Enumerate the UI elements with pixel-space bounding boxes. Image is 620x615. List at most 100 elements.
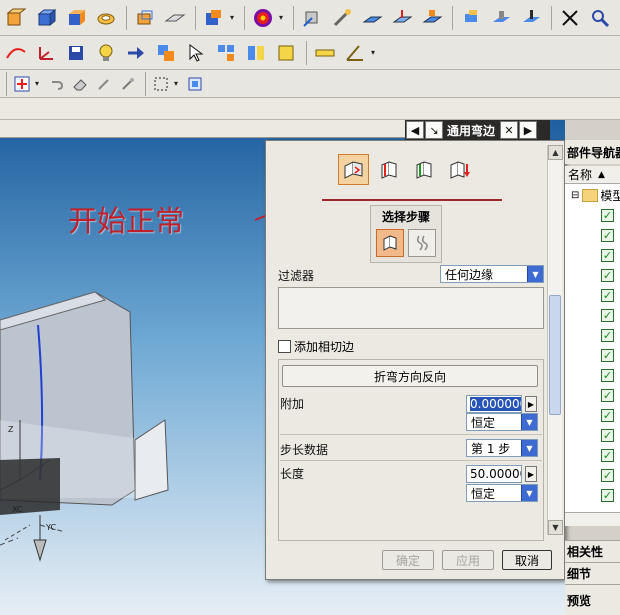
dropdown-arrow-icon[interactable]: ▾: [174, 79, 180, 88]
solid-icon[interactable]: [2, 4, 30, 32]
tree-item[interactable]: ✓: [601, 386, 614, 404]
flange-type-down-icon[interactable]: [443, 154, 474, 185]
checkmark-icon[interactable]: ✓: [601, 328, 614, 342]
attach-value-field[interactable]: 0.000000: [466, 395, 522, 413]
close-icon[interactable]: ✕: [500, 121, 519, 139]
filter-icon[interactable]: [117, 73, 139, 95]
flange-type-green-icon[interactable]: [408, 154, 439, 185]
curve-icon[interactable]: [2, 39, 30, 67]
flange-type-general-icon[interactable]: [338, 154, 369, 185]
block-icon[interactable]: [131, 4, 159, 32]
ok-button[interactable]: 确定: [382, 550, 434, 570]
navigator-section-dependencies[interactable]: 相关性: [565, 540, 620, 562]
attach-mode-select[interactable]: 恒定 ▼: [466, 413, 538, 431]
wcs-icon[interactable]: [298, 4, 326, 32]
measure-icon[interactable]: [328, 4, 356, 32]
feature-icon[interactable]: [457, 4, 485, 32]
tree-item[interactable]: ✓: [601, 266, 614, 284]
disk-icon[interactable]: [92, 4, 120, 32]
marquee-icon[interactable]: [150, 73, 172, 95]
pad-icon[interactable]: [487, 4, 515, 32]
tree-item[interactable]: ✓: [601, 326, 614, 344]
plane-icon[interactable]: [358, 4, 386, 32]
point-icon[interactable]: [418, 4, 446, 32]
cube-icon[interactable]: [62, 4, 90, 32]
reverse-direction-button[interactable]: 折弯方向反向: [282, 365, 538, 387]
transform-icon[interactable]: [152, 39, 180, 67]
navigator-hscrollbar[interactable]: [565, 512, 620, 526]
tree-item[interactable]: ✓: [601, 286, 614, 304]
selected-edges-list[interactable]: [278, 287, 544, 329]
checkbox-box[interactable]: [278, 340, 291, 353]
expand-icon[interactable]: ▶: [519, 121, 538, 139]
tree-root[interactable]: ⊟ 模型: [571, 186, 620, 204]
wand-icon[interactable]: [93, 73, 115, 95]
checkmark-icon[interactable]: ✓: [601, 448, 614, 462]
checkmark-icon[interactable]: ✓: [601, 348, 614, 362]
dropdown-arrow-icon[interactable]: ▾: [230, 13, 236, 22]
checkmark-icon[interactable]: ✓: [601, 228, 614, 242]
offset-icon[interactable]: [272, 39, 300, 67]
checkmark-icon[interactable]: ✓: [601, 268, 614, 282]
navigator-column-header[interactable]: 名称 ▲: [565, 166, 620, 184]
assembly-icon[interactable]: [200, 4, 228, 32]
checkmark-icon[interactable]: ✓: [601, 428, 614, 442]
flange-type-red-icon[interactable]: [373, 154, 404, 185]
profile-step-icon[interactable]: [408, 229, 436, 257]
tree-item[interactable]: ✓: [601, 346, 614, 364]
add-tangent-checkbox[interactable]: 添加相切边: [278, 338, 354, 355]
checkmark-icon[interactable]: ✓: [601, 308, 614, 322]
checkmark-icon[interactable]: ✓: [601, 468, 614, 482]
tree-item[interactable]: ✓: [601, 306, 614, 324]
chevron-down-icon[interactable]: ▼: [521, 440, 537, 456]
tree-item[interactable]: ✓: [601, 486, 614, 504]
scroll-thumb[interactable]: [549, 295, 561, 415]
tree-item[interactable]: ✓: [601, 246, 614, 264]
navigator-tree[interactable]: ⊟ 模型 ✓ ✓ ✓ ✓ ✓ ✓ ✓ ✓ ✓ ✓ ✓ ✓ ✓ ✓ ✓: [565, 184, 620, 514]
tree-item[interactable]: ✓: [601, 366, 614, 384]
collapse-tree-icon[interactable]: ⊟: [571, 190, 579, 201]
scroll-down-icon[interactable]: ▼: [548, 520, 563, 535]
save-part-icon[interactable]: [62, 39, 90, 67]
length-mode-select[interactable]: 恒定 ▼: [466, 484, 538, 502]
checkmark-icon[interactable]: ✓: [601, 208, 614, 222]
undo-icon[interactable]: [45, 73, 67, 95]
sort-up-icon[interactable]: ▲: [598, 170, 605, 180]
eraser-icon[interactable]: [69, 73, 91, 95]
axis-icon[interactable]: [32, 39, 60, 67]
pin-icon[interactable]: ↘: [425, 121, 443, 139]
search-icon[interactable]: [586, 4, 614, 32]
tree-item[interactable]: ✓: [601, 446, 614, 464]
step-select[interactable]: 第 1 步 ▼: [466, 439, 538, 457]
checkmark-icon[interactable]: ✓: [601, 288, 614, 302]
tree-item[interactable]: ✓: [601, 426, 614, 444]
collapse-icon[interactable]: ◀: [406, 121, 424, 139]
checkmark-icon[interactable]: ✓: [601, 408, 614, 422]
edge-step-icon[interactable]: [376, 229, 404, 257]
chevron-down-icon[interactable]: ▼: [521, 485, 537, 501]
attach-arrow-icon[interactable]: ▶: [525, 396, 537, 412]
cancel-button[interactable]: 取消: [502, 550, 552, 570]
angle-icon[interactable]: [341, 39, 369, 67]
length-value-field[interactable]: 50.000000: [466, 465, 522, 483]
checkmark-icon[interactable]: ✓: [601, 488, 614, 502]
dialog-titlebar[interactable]: ◀ ↘ 通用弯边 ✕ ▶: [405, 120, 550, 140]
datum-icon[interactable]: [388, 4, 416, 32]
checkmark-icon[interactable]: ✓: [601, 388, 614, 402]
checkmark-icon[interactable]: ✓: [601, 368, 614, 382]
navigator-section-preview[interactable]: 预览: [565, 584, 620, 615]
tree-item[interactable]: ✓: [601, 466, 614, 484]
boss-icon[interactable]: [517, 4, 545, 32]
dropdown-arrow-icon[interactable]: ▾: [371, 48, 377, 57]
pattern-icon[interactable]: [212, 39, 240, 67]
tree-item[interactable]: ✓: [601, 206, 614, 224]
display-icon[interactable]: [184, 73, 206, 95]
sheet-icon[interactable]: [161, 4, 189, 32]
navigator-section-details[interactable]: 细节: [565, 562, 620, 584]
length-arrow-icon[interactable]: ▶: [525, 466, 537, 482]
apply-button[interactable]: 应用: [442, 550, 494, 570]
dropdown-arrow-icon[interactable]: ▾: [35, 79, 41, 88]
filter-select[interactable]: 任何边缘 ▼: [440, 265, 544, 283]
arrow-move-icon[interactable]: [122, 39, 150, 67]
box-icon[interactable]: [32, 4, 60, 32]
